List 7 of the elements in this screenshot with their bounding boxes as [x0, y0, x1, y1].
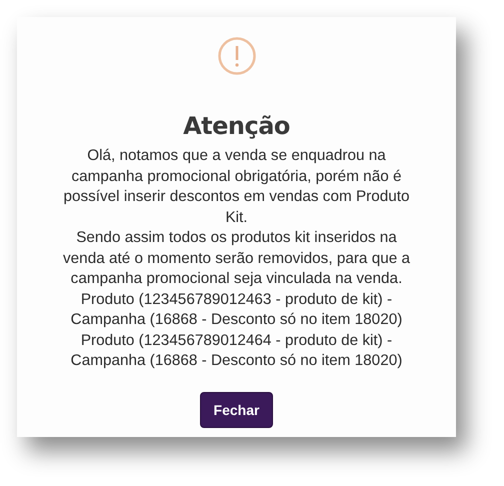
- dialog-title: Atenção: [183, 112, 290, 140]
- close-button[interactable]: Fechar: [200, 392, 274, 428]
- message-text: Sendo assim todos os produtos kit inseridos na venda até o momento serão removidos, para que a campanha promocional seja vinculada na venda.: [62, 228, 411, 289]
- message-text: Produto (123456789012464 - produto de kit) - Campanha (16868 - Desconto só no item 18020): [70, 330, 404, 371]
- message-text: Produto (123456789012463 - produto de kit) - Campanha (16868 - Desconto só no item 18020): [70, 290, 404, 330]
- warning-icon: [216, 36, 256, 76]
- message-text: Olá, notamos que a venda se enquadrou na campanha promocional obrigatória, porém não é possível inserir descontos em vendas com Produto Kit.: [62, 146, 411, 228]
